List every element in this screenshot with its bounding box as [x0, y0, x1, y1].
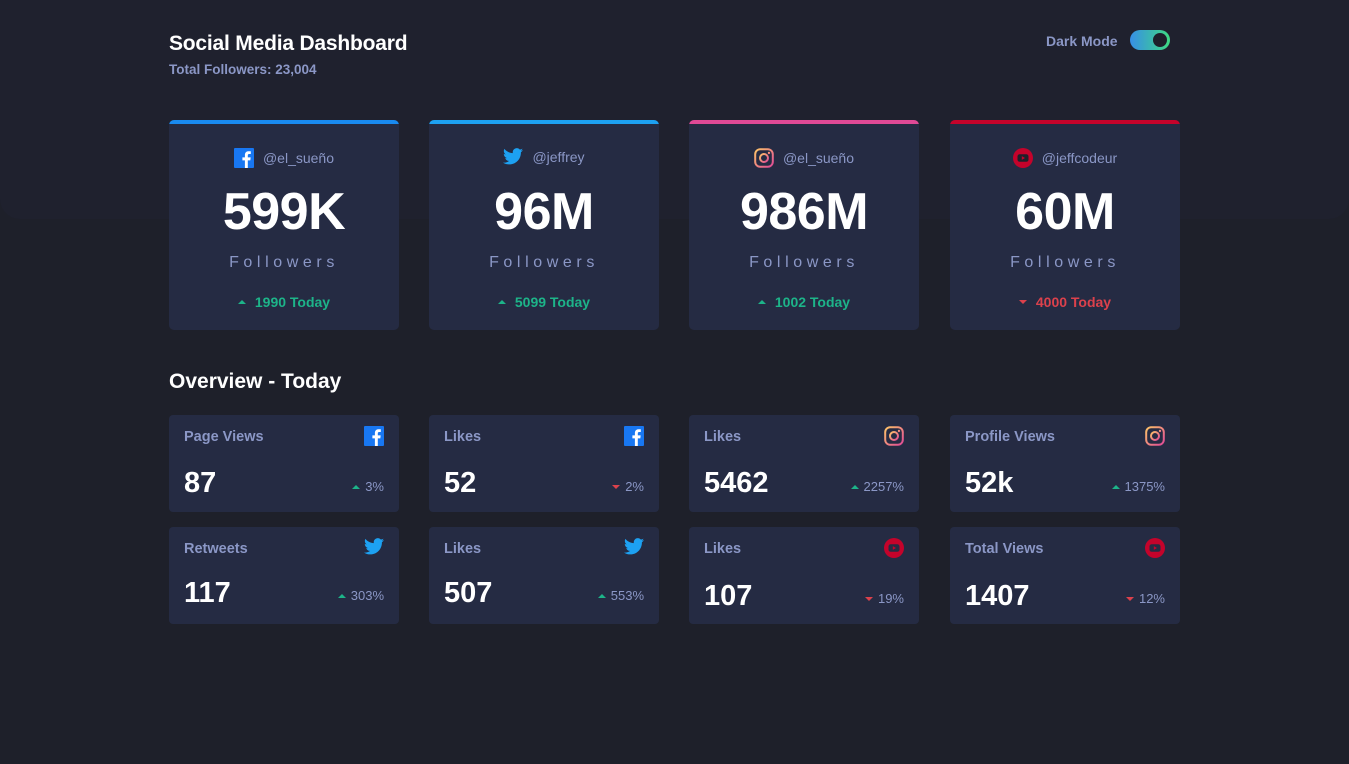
tile-label: Likes [704, 541, 742, 557]
youtube-icon [884, 538, 904, 558]
arrow-up-icon [237, 300, 246, 304]
follower-card-instagram[interactable]: @el_sueño 986M Followers 1002 Today [689, 120, 919, 330]
overview-tile-twitter-retweets[interactable]: Retweets 117 303% [169, 527, 399, 624]
today-change: 4000 Today [950, 294, 1180, 310]
instagram-icon [754, 148, 774, 168]
tile-label: Profile Views [965, 429, 1055, 445]
tile-change-value: 2% [625, 479, 644, 494]
youtube-icon [1145, 538, 1165, 558]
card-accent-bar [169, 120, 399, 124]
tile-change: 553% [597, 588, 644, 603]
tile-change-value: 19% [877, 591, 904, 606]
card-handle: @el_sueño [262, 150, 335, 166]
tile-change: 19% [864, 591, 904, 606]
toggle-knob [1153, 33, 1167, 47]
follower-count: 96M [494, 183, 594, 241]
tile-change: 2257% [850, 479, 904, 494]
arrow-down-icon [1125, 596, 1134, 601]
today-change: 1990 Today [169, 294, 399, 310]
twitter-icon [503, 148, 524, 165]
twitter-icon [624, 538, 644, 555]
tile-change-value: 1375% [1124, 479, 1165, 494]
tile-label: Likes [704, 429, 742, 445]
youtube-icon [1012, 148, 1033, 168]
instagram-icon [884, 426, 904, 446]
follower-count: 60M [1015, 183, 1115, 241]
today-change: 1002 Today [689, 294, 919, 310]
follower-unit: Followers [489, 254, 599, 271]
card-accent-bar [950, 120, 1180, 124]
card-handle: @jeffrey [532, 148, 585, 165]
facebook-icon [364, 426, 384, 446]
tile-value: 5462 [704, 467, 769, 499]
dark-mode-toggle[interactable] [1130, 30, 1170, 50]
today-change-value: 1990 Today [254, 294, 331, 310]
follower-unit: Followers [1010, 254, 1120, 271]
follower-card-facebook[interactable]: @el_sueño 599K Followers 1990 Today [169, 120, 399, 330]
tile-value: 1407 [965, 580, 1030, 612]
overview-tile-youtube-likes[interactable]: Likes 107 19% [689, 527, 919, 624]
tile-value: 507 [444, 577, 493, 609]
tile-change: 12% [1125, 591, 1165, 606]
twitter-icon [364, 538, 384, 555]
overview-tile-youtube-total-views[interactable]: Total Views 1407 12% [950, 527, 1180, 624]
tile-label: Likes [444, 429, 482, 445]
facebook-icon [233, 148, 254, 168]
tile-change-value: 12% [1138, 591, 1165, 606]
card-accent-bar [689, 120, 919, 124]
overview-tile-instagram-profile-views[interactable]: Profile Views 52k 1375% [950, 415, 1180, 512]
arrow-up-icon [337, 593, 346, 598]
tile-value: 87 [184, 467, 217, 499]
overview-tile-instagram-likes[interactable]: Likes 5462 2257% [689, 415, 919, 512]
arrow-up-icon [757, 300, 766, 304]
follower-card-twitter[interactable]: @jeffrey 96M Followers 5099 Today [429, 120, 659, 330]
today-change-value: 1002 Today [774, 294, 851, 310]
follower-unit: Followers [749, 254, 859, 271]
overview-title: Overview - Today [169, 370, 342, 393]
arrow-up-icon [1111, 484, 1120, 489]
tile-label: Likes [444, 541, 482, 557]
arrow-down-icon [1018, 300, 1027, 304]
tile-change-value: 303% [350, 588, 384, 603]
dashboard: Social Media Dashboard Total Followers: … [0, 0, 1349, 764]
page-title: Social Media Dashboard [169, 32, 408, 55]
instagram-icon [1145, 426, 1165, 446]
today-change-value: 5099 Today [514, 294, 591, 310]
tile-change-value: 553% [610, 588, 644, 603]
arrow-up-icon [850, 484, 859, 489]
total-followers: Total Followers: 23,004 [169, 62, 317, 77]
follower-unit: Followers [229, 254, 339, 271]
tile-value: 117 [184, 577, 231, 609]
overview-tile-facebook-likes[interactable]: Likes 52 2% [429, 415, 659, 512]
card-handle: @jeffcodeur [1041, 150, 1118, 166]
today-change: 5099 Today [429, 294, 659, 310]
tile-value: 107 [704, 580, 753, 612]
follower-count: 986M [739, 183, 869, 241]
tile-label: Page Views [184, 429, 264, 445]
tile-change-value: 2257% [863, 479, 904, 494]
tile-change-value: 3% [365, 479, 384, 494]
card-handle: @el_sueño [782, 150, 855, 166]
today-change-value: 4000 Today [1035, 294, 1112, 310]
tile-label: Retweets [184, 541, 248, 557]
tile-label: Total Views [965, 541, 1044, 557]
arrow-down-icon [612, 484, 621, 489]
arrow-up-icon [597, 593, 606, 598]
card-accent-bar [429, 120, 659, 124]
arrow-up-icon [497, 300, 506, 304]
follower-card-youtube[interactable]: @jeffcodeur 60M Followers 4000 Today [950, 120, 1180, 330]
follower-count: 599K [222, 183, 346, 241]
tile-value: 52 [444, 467, 477, 499]
tile-change: 303% [337, 588, 384, 603]
arrow-up-icon [352, 484, 361, 489]
tile-value: 52k [965, 467, 1014, 499]
overview-tile-twitter-likes[interactable]: Likes 507 553% [429, 527, 659, 624]
tile-change: 2% [612, 479, 644, 494]
tile-change: 3% [352, 479, 384, 494]
tile-change: 1375% [1111, 479, 1165, 494]
arrow-down-icon [864, 596, 873, 601]
dark-mode-label: Dark Mode [1046, 33, 1118, 49]
overview-tile-facebook-page-views[interactable]: Page Views 87 3% [169, 415, 399, 512]
facebook-icon [624, 426, 644, 446]
